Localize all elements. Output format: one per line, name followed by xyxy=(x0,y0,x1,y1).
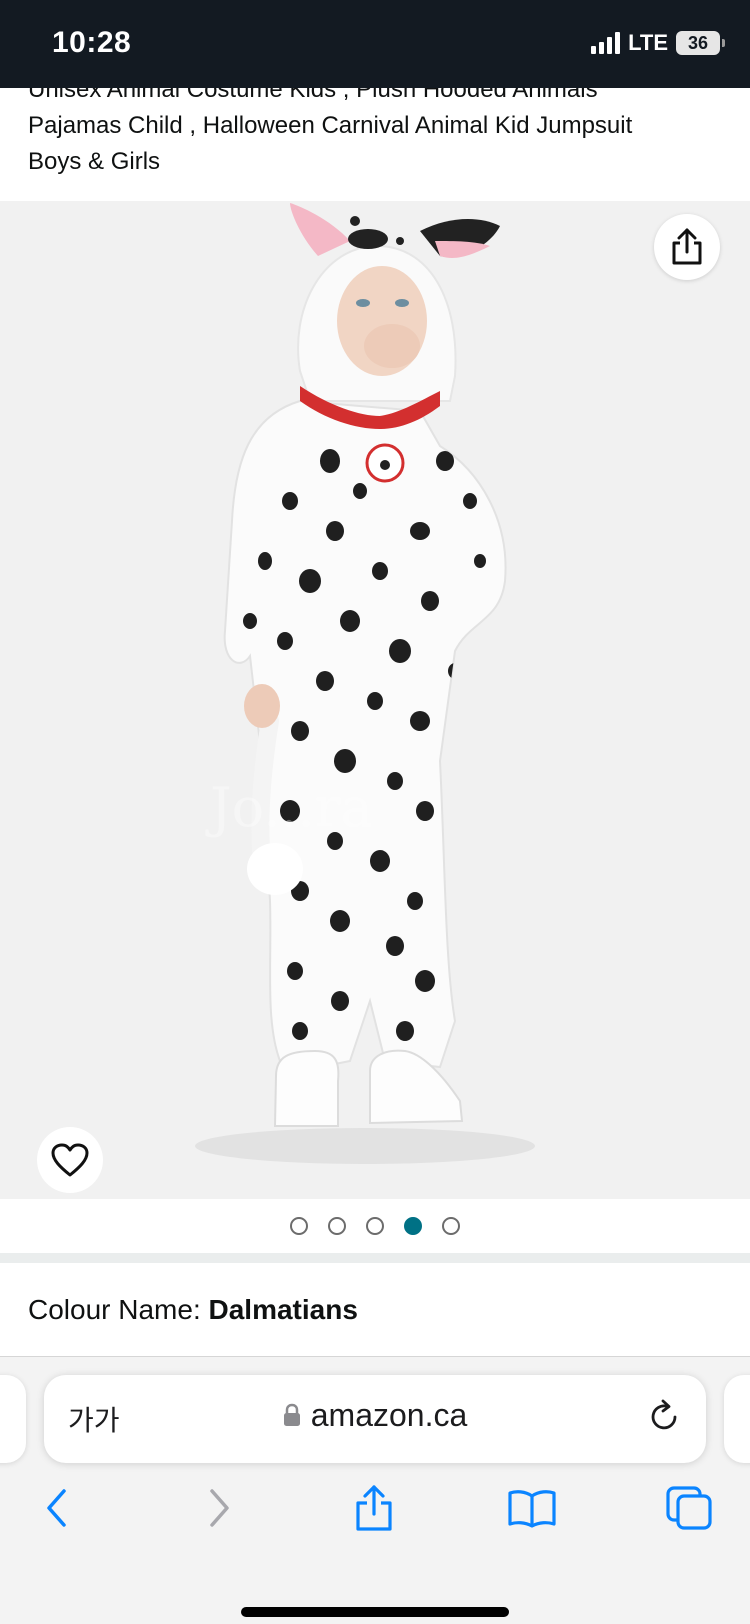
chevron-right-icon xyxy=(210,1489,229,1527)
screen: 10:28 LTE 36 Unisex Animal Costume Kids … xyxy=(0,0,750,1624)
battery-icon: 36 xyxy=(676,31,725,55)
status-indicators: LTE 36 xyxy=(591,30,725,56)
share-icon xyxy=(672,228,702,265)
forward-button[interactable] xyxy=(194,1483,244,1533)
book-icon xyxy=(508,1490,556,1528)
url-display[interactable]: amazon.ca xyxy=(44,1397,706,1434)
signal-icon xyxy=(591,32,621,54)
bookmarks-button[interactable] xyxy=(507,1483,557,1533)
address-bar[interactable]: 가가 amazon.ca xyxy=(44,1375,706,1463)
pager-dot[interactable] xyxy=(442,1217,460,1235)
dalmatian-costume-photo xyxy=(195,203,535,1164)
share-icon xyxy=(356,1485,392,1531)
pager-dot[interactable] xyxy=(290,1217,308,1235)
browser-toolbar xyxy=(0,1483,750,1543)
colour-name-label: Colour Name: xyxy=(28,1294,201,1325)
status-bar: 10:28 LTE 36 xyxy=(0,0,750,88)
next-tab-preview[interactable] xyxy=(724,1375,750,1463)
pager-dot[interactable] xyxy=(328,1217,346,1235)
url-text: amazon.ca xyxy=(310,1397,468,1433)
reload-icon xyxy=(651,1399,677,1430)
image-pager xyxy=(0,1199,750,1253)
tabs-button[interactable] xyxy=(664,1483,714,1533)
browser-share-button[interactable] xyxy=(349,1483,399,1533)
product-title: Unisex Animal Costume Kids , Plush Hoode… xyxy=(28,72,728,180)
product-title-line: Boys & Girls xyxy=(28,148,161,175)
browser-bar: 가가 amazon.ca xyxy=(0,1356,750,1624)
pager-dot[interactable] xyxy=(366,1217,384,1235)
network-label: LTE xyxy=(628,30,668,55)
share-button[interactable] xyxy=(654,214,720,280)
home-indicator[interactable] xyxy=(241,1607,509,1617)
colour-name: Colour Name: Dalmatians xyxy=(28,1294,358,1326)
section-divider xyxy=(0,1253,750,1263)
battery-level: 36 xyxy=(687,32,709,53)
previous-tab-preview[interactable] xyxy=(0,1375,26,1463)
tabs-icon xyxy=(666,1486,712,1530)
wishlist-button[interactable] xyxy=(37,1127,103,1193)
pager-dot-active[interactable] xyxy=(404,1217,422,1235)
image-watermark: Jo...ra xyxy=(210,776,373,839)
product-title-line: Pajamas Child , Halloween Carnival Anima… xyxy=(28,112,633,139)
status-time: 10:28 xyxy=(52,26,132,59)
lock-icon xyxy=(283,1403,300,1426)
chevron-left-icon xyxy=(47,1489,66,1527)
heart-icon xyxy=(51,1143,89,1177)
reload-button[interactable] xyxy=(648,1399,682,1440)
product-image[interactable]: Jo...ra xyxy=(0,201,750,1199)
colour-name-value: Dalmatians xyxy=(208,1294,358,1325)
back-button[interactable] xyxy=(32,1483,82,1533)
